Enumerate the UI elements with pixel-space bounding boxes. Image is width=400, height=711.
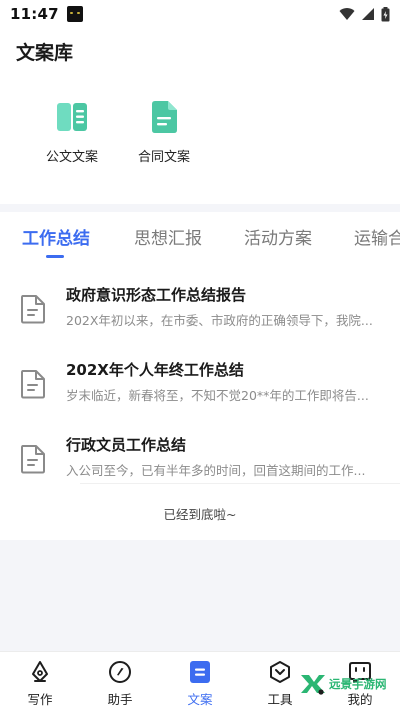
tab-event-plan[interactable]: 活动方案 bbox=[244, 224, 312, 249]
nav-label: 写作 bbox=[27, 692, 53, 707]
watermark: 远景手游网 bbox=[300, 672, 400, 696]
battery-icon bbox=[381, 6, 390, 21]
signal-icon bbox=[362, 8, 374, 20]
tab-thought-report[interactable]: 思想汇报 bbox=[134, 224, 202, 249]
status-bar: 11:47 bbox=[0, 0, 400, 28]
compass-icon bbox=[109, 661, 131, 683]
book-icon bbox=[57, 103, 87, 131]
nav-writing[interactable]: 写作 bbox=[10, 660, 70, 708]
hexagon-icon bbox=[270, 661, 290, 683]
nav-label: 文案 bbox=[187, 692, 213, 707]
document-title: 行政文员工作总结 bbox=[66, 436, 187, 454]
tab-work-summary[interactable]: 工作总结 bbox=[22, 224, 90, 249]
notification-icon bbox=[66, 6, 83, 22]
list-item[interactable]: 行政文员工作总结 入公司至今，已有半年多的时间，回首这期间的工作... bbox=[0, 426, 400, 496]
watermark-text: 远景手游网 bbox=[329, 677, 387, 691]
document-list-card: 工作总结 思想汇报 活动方案 运输合 政府意识形态工作总结报告 202X年初以来… bbox=[0, 212, 400, 540]
document-title: 202X年个人年终工作总结 bbox=[66, 361, 244, 379]
status-time: 11:47 bbox=[10, 5, 59, 23]
category-label: 公文文案 bbox=[45, 150, 98, 165]
document-outline-icon bbox=[21, 445, 45, 474]
list-item[interactable]: 202X年个人年终工作总结 岁末临近，新春将至，不知不觉20**年的工作即将告.… bbox=[0, 351, 400, 421]
active-tab-indicator bbox=[46, 255, 64, 258]
list-end-indicator: 已经到底啦~ bbox=[163, 507, 237, 522]
watermark-logo bbox=[301, 675, 325, 695]
status-right bbox=[339, 6, 390, 22]
page-title: 文案库 bbox=[16, 42, 74, 64]
category-official-docs[interactable]: 公文文案 bbox=[32, 100, 112, 165]
category-contract-docs[interactable]: 合同文案 bbox=[124, 100, 204, 165]
document-title: 政府意识形态工作总结报告 bbox=[66, 286, 247, 304]
document-outline-icon bbox=[21, 295, 45, 324]
category-tabs: 工作总结 思想汇报 活动方案 运输合 bbox=[0, 212, 400, 262]
document-preview: 岁末临近，新春将至，不知不觉20**年的工作即将告... bbox=[66, 388, 369, 403]
category-label: 合同文案 bbox=[137, 150, 190, 165]
nav-assistant[interactable]: 助手 bbox=[90, 660, 150, 708]
document-preview: 202X年初以来，在市委、市政府的正确领导下，我院... bbox=[66, 313, 373, 328]
list-item[interactable]: 政府意识形态工作总结报告 202X年初以来，在市委、市政府的正确领导下，我院..… bbox=[0, 276, 400, 346]
nav-copywriting[interactable]: 文案 bbox=[170, 660, 230, 708]
document-icon bbox=[190, 661, 210, 683]
document-icon bbox=[152, 101, 177, 133]
divider bbox=[80, 483, 400, 484]
wifi-icon bbox=[339, 8, 355, 20]
document-preview: 入公司至今，已有半年多的时间，回首这期间的工作... bbox=[66, 463, 366, 478]
library-header-card: 文案库 公文文案 合同文案 bbox=[0, 28, 400, 204]
document-outline-icon bbox=[21, 370, 45, 399]
nav-label: 助手 bbox=[107, 692, 133, 707]
pen-nib-icon bbox=[32, 661, 48, 682]
status-left: 11:47 bbox=[10, 5, 83, 23]
tab-transport-contract[interactable]: 运输合 bbox=[354, 224, 400, 249]
